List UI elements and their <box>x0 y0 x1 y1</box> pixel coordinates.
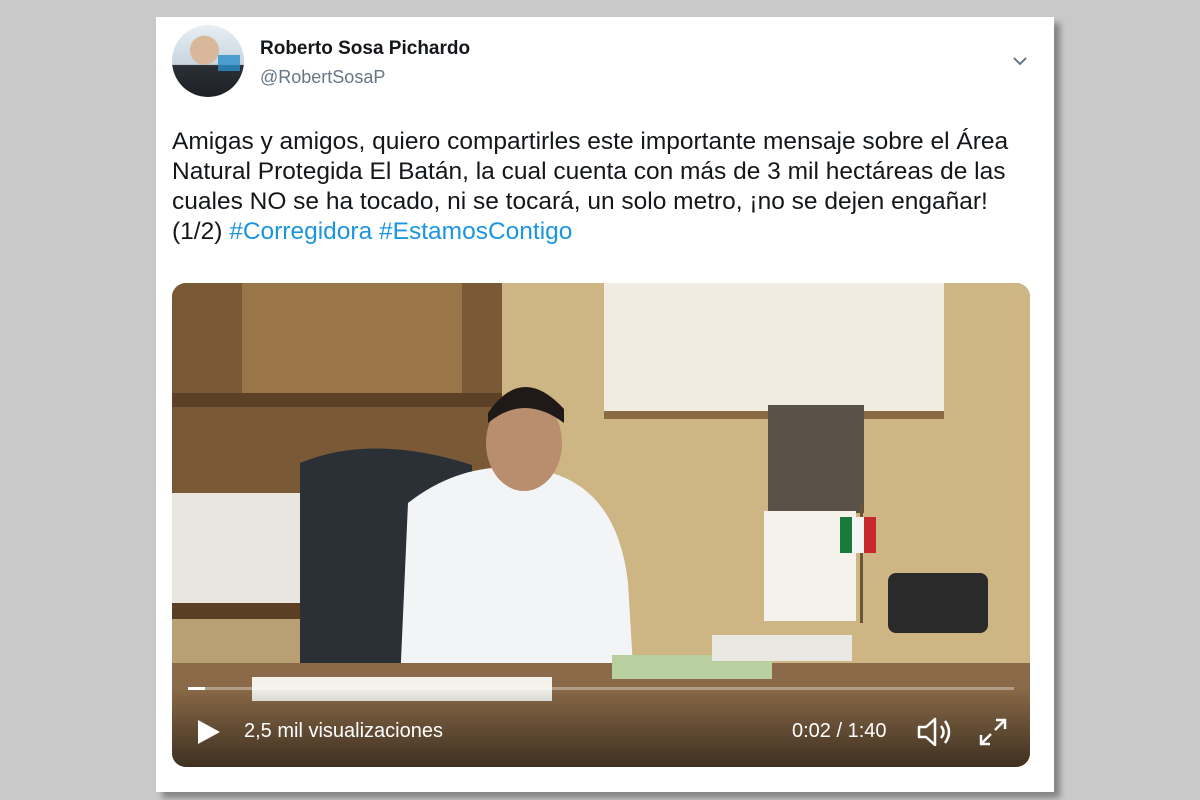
author-name[interactable]: Roberto Sosa Pichardo <box>260 38 470 60</box>
chevron-down-icon[interactable] <box>1012 53 1028 69</box>
tweet-text: Amigas y amigos, quiero compartirles est… <box>172 127 1032 247</box>
hashtag-corregidora[interactable]: #Corregidora <box>229 218 372 245</box>
play-icon[interactable] <box>194 717 222 747</box>
progress-bar[interactable] <box>188 687 1014 690</box>
hashtag-estamoscontigo[interactable]: #EstamosContigo <box>379 218 572 245</box>
progress-fill <box>188 687 205 690</box>
video-player[interactable]: 2,5 mil visualizaciones 0:02 / 1:40 <box>172 283 1030 767</box>
volume-icon[interactable] <box>916 715 954 749</box>
view-count: 2,5 mil visualizaciones <box>244 720 443 742</box>
video-time: 0:02 / 1:40 <box>792 720 887 742</box>
avatar-logo <box>218 55 240 71</box>
avatar[interactable] <box>172 25 244 97</box>
author-handle[interactable]: @RobertSosaP <box>260 67 385 88</box>
fullscreen-icon[interactable] <box>978 717 1008 747</box>
tweet-card: Roberto Sosa Pichardo @RobertSosaP Amiga… <box>156 17 1054 792</box>
